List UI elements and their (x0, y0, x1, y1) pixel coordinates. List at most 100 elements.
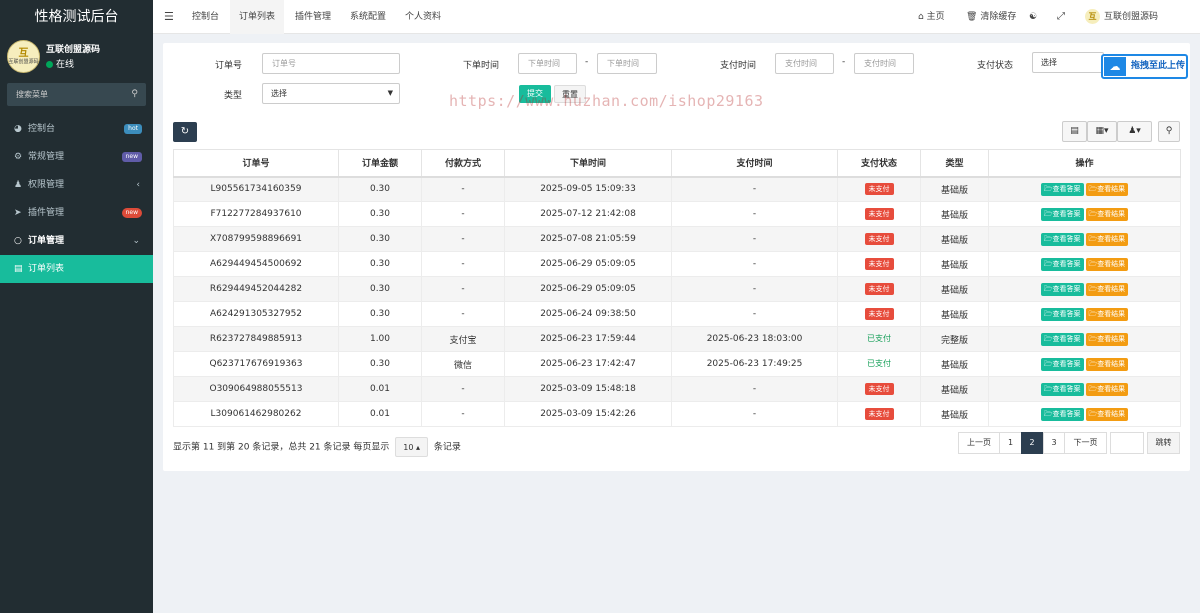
view-answers-label: 查看答案 (1052, 234, 1081, 243)
search-icon[interactable]: ⚲ (131, 83, 138, 106)
view-answers-button[interactable]: 🗁查看答案 (1040, 257, 1084, 271)
cell-order-no: L309061462980262 (173, 401, 339, 427)
top-navbar: ☰ 控制台 订单列表 插件管理 系统配置 个人资料 ⌂ 主页 🗑 清除缓存 ☯ … (153, 0, 1200, 34)
sidebar-item-orders[interactable]: ○ 订单管理 ⌄ (0, 227, 153, 255)
order-time-start-input[interactable]: 下单时间 (518, 53, 577, 74)
type-select[interactable]: 选择 ▼ (262, 83, 400, 104)
cell-pay-time: - (671, 201, 838, 227)
cell-amount: 0.01 (338, 376, 422, 402)
cell-status: 未支付 (837, 226, 921, 252)
translate-icon[interactable]: ☯ (1029, 0, 1037, 34)
folder-icon: 🗁 (1088, 334, 1098, 343)
columns-button[interactable]: ▦▾ (1087, 121, 1117, 142)
tab-dashboard[interactable]: 控制台 (184, 0, 227, 34)
reset-button[interactable]: 重置 (554, 85, 586, 103)
col-header-type[interactable]: 类型 (920, 149, 989, 178)
app-title: 性格测试后台 (0, 0, 153, 34)
jump-button[interactable]: 跳转 (1147, 432, 1180, 454)
view-results-button[interactable]: 🗁查看结果 (1085, 357, 1129, 371)
view-answers-button[interactable]: 🗁查看答案 (1040, 357, 1084, 371)
col-header-actions: 操作 (988, 149, 1181, 178)
next-page-button[interactable]: 下一页 (1064, 432, 1107, 454)
view-results-button[interactable]: 🗁查看结果 (1085, 257, 1129, 271)
view-results-button[interactable]: 🗁查看结果 (1085, 182, 1129, 196)
avatar-logo-text: 互 (18, 47, 29, 59)
cell-order-time: 2025-06-24 09:38:50 (504, 301, 672, 327)
page-button-1[interactable]: 1 (999, 432, 1022, 454)
view-results-button[interactable]: 🗁查看结果 (1085, 307, 1129, 321)
fullscreen-icon[interactable]: ⤢ (1057, 0, 1065, 34)
refresh-button[interactable]: ↻ (173, 122, 197, 142)
cell-amount: 0.30 (338, 351, 422, 377)
user-menu[interactable]: 互互联创盟源码 (1085, 0, 1158, 34)
cell-method: 微信 (421, 351, 505, 377)
sidebar-item-general[interactable]: ⚙ 常规管理 new (0, 143, 153, 171)
tab-system-config[interactable]: 系统配置 (342, 0, 394, 34)
view-answers-button[interactable]: 🗁查看答案 (1040, 207, 1084, 221)
jump-page-input[interactable] (1110, 432, 1144, 454)
export-button[interactable]: ♟▾ (1117, 121, 1152, 142)
table-search-button[interactable]: ⚲ (1158, 121, 1180, 142)
view-answers-button[interactable]: 🗁查看答案 (1040, 332, 1084, 346)
view-answers-label: 查看答案 (1052, 259, 1081, 268)
pagination-info-text: 显示第 11 到第 20 条记录，总共 21 条记录 每页显示 (173, 442, 390, 453)
col-header-order-no[interactable]: 订单号 (173, 149, 339, 178)
online-dot-icon (46, 61, 53, 68)
view-answers-button[interactable]: 🗁查看答案 (1040, 182, 1084, 196)
tab-order-list[interactable]: 订单列表 (230, 0, 285, 34)
tab-plugins[interactable]: 插件管理 (287, 0, 339, 34)
sidebar-item-order-list[interactable]: ▤ 订单列表 (0, 255, 153, 283)
view-answers-button[interactable]: 🗁查看答案 (1040, 232, 1084, 246)
sidebar-item-plugins[interactable]: ➤ 插件管理 new (0, 199, 153, 227)
pay-status-label: 支付状态 (977, 61, 1014, 71)
cell-pay-time: 2025-06-23 17:49:25 (671, 351, 838, 377)
col-header-method[interactable]: 付款方式 (421, 149, 505, 178)
cell-order-no: A629449454500692 (173, 251, 339, 277)
home-link[interactable]: ⌂ 主页 (918, 0, 945, 34)
page-button-2[interactable]: 2 (1021, 432, 1043, 454)
pay-time-end-input[interactable]: 支付时间 (854, 53, 914, 74)
col-header-amount[interactable]: 订单金额 (338, 149, 422, 178)
page-size-select[interactable]: 10 ▴ (395, 437, 429, 457)
sidebar: 性格测试后台 互 互联创盟源码 互联创盟源码 在线 搜索菜单 ⚲ ◕ 控制台 ho… (0, 0, 153, 613)
pay-status-select[interactable]: 选择 (1032, 52, 1104, 73)
order-time-end-input[interactable]: 下单时间 (597, 53, 657, 74)
new-badge: new (121, 152, 142, 162)
view-answers-button[interactable]: 🗁查看答案 (1040, 407, 1084, 421)
cell-type: 完整版 (920, 326, 989, 352)
view-results-button[interactable]: 🗁查看结果 (1085, 332, 1129, 346)
col-header-status[interactable]: 支付状态 (837, 149, 921, 178)
view-results-label: 查看结果 (1097, 409, 1126, 418)
sidebar-item-permissions[interactable]: ♟ 权限管理 ‹ (0, 171, 153, 199)
col-header-order-time[interactable]: 下单时间 (504, 149, 672, 178)
view-answers-button[interactable]: 🗁查看答案 (1040, 307, 1084, 321)
drag-upload-widget[interactable]: ☁ 拖拽至此上传 (1101, 54, 1188, 79)
table-row: A624291305327952 0.30-2025-06-24 09:38:50… (173, 301, 1181, 327)
toggle-view-button[interactable]: ▤ (1062, 121, 1087, 142)
page-button-3[interactable]: 3 (1043, 432, 1065, 454)
status-badge: 未支付 (864, 183, 894, 196)
view-answers-button[interactable]: 🗁查看答案 (1040, 382, 1084, 396)
prev-page-button[interactable]: 上一页 (958, 432, 1000, 454)
submit-button[interactable]: 提交 (519, 85, 551, 103)
pay-time-start-input[interactable]: 支付时间 (775, 53, 834, 74)
view-results-label: 查看结果 (1097, 259, 1126, 268)
col-header-pay-time[interactable]: 支付时间 (671, 149, 838, 178)
view-answers-button[interactable]: 🗁查看答案 (1040, 282, 1084, 296)
clear-cache-label: 清除缓存 (980, 12, 1017, 22)
sidebar-search-input[interactable]: 搜索菜单 ⚲ (7, 83, 146, 106)
avatar[interactable]: 互 互联创盟源码 (7, 40, 40, 73)
list-view-icon: ▤ (1070, 126, 1079, 136)
view-results-button[interactable]: 🗁查看结果 (1085, 207, 1129, 221)
view-results-button[interactable]: 🗁查看结果 (1085, 232, 1129, 246)
view-results-button[interactable]: 🗁查看结果 (1085, 407, 1129, 421)
folder-icon: 🗁 (1043, 409, 1053, 418)
menu-toggle-icon[interactable]: ☰ (164, 0, 174, 34)
clear-cache-link[interactable]: 🗑 清除缓存 (966, 0, 1016, 34)
sidebar-item-dashboard[interactable]: ◕ 控制台 hot (0, 115, 153, 143)
folder-icon: 🗁 (1043, 384, 1053, 393)
tab-profile[interactable]: 个人资料 (397, 0, 449, 34)
order-no-input[interactable]: 订单号 (262, 53, 400, 74)
view-results-button[interactable]: 🗁查看结果 (1085, 382, 1129, 396)
view-results-button[interactable]: 🗁查看结果 (1085, 282, 1129, 296)
